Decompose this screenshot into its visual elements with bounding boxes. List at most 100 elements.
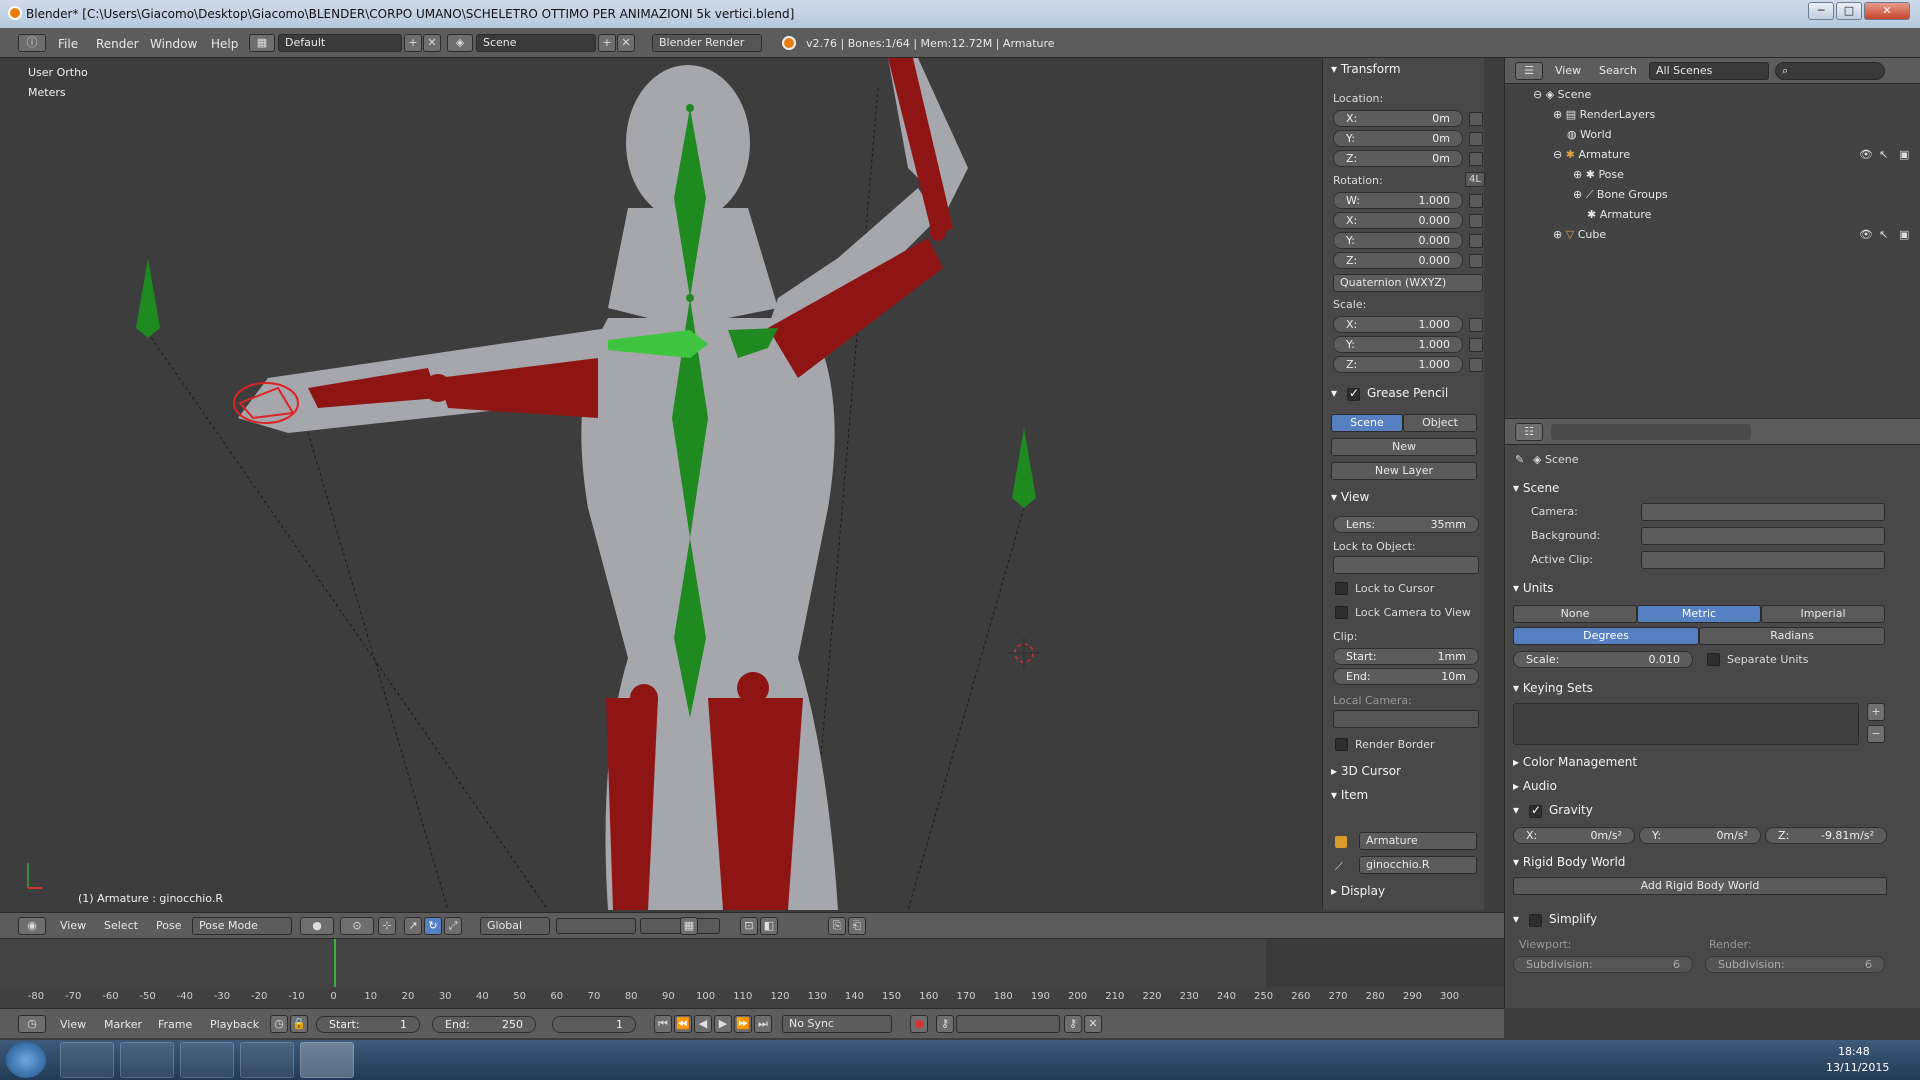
panel-gravity-toggle[interactable]: ▾: [1513, 803, 1519, 817]
visibility-eye-icon[interactable]: 👁: [1859, 148, 1873, 161]
jump-keyframe-forward-icon[interactable]: ⏩: [734, 1015, 752, 1033]
select-cursor-icon[interactable]: ↖: [1879, 148, 1888, 161]
active-clip-field[interactable]: [1641, 551, 1885, 569]
3d-viewport[interactable]: User Ortho Meters (1) Armature : ginocch…: [8, 58, 1320, 910]
gravity-checkbox[interactable]: [1529, 803, 1542, 818]
panel-display-title[interactable]: ▸ Display: [1331, 884, 1385, 898]
rotation-x-field[interactable]: X: 0.000: [1333, 212, 1463, 229]
editor-type-info-icon[interactable]: ⓘ: [18, 34, 46, 52]
play-icon[interactable]: ▶: [714, 1015, 732, 1033]
menu-render[interactable]: Render: [96, 37, 139, 51]
panel-transform-title[interactable]: ▾ Transform: [1331, 62, 1401, 76]
scale-x-field[interactable]: X: 1.000: [1333, 316, 1463, 333]
snap-toggle-icon[interactable]: ⊡: [740, 917, 758, 935]
blender-taskbar-icon[interactable]: [300, 1042, 354, 1078]
current-frame-field[interactable]: 1: [552, 1016, 636, 1033]
lock-scale-z-icon[interactable]: [1469, 358, 1483, 372]
add-rigid-body-world-button[interactable]: Add Rigid Body World: [1513, 877, 1887, 895]
lock-rotation-z-icon[interactable]: [1469, 254, 1483, 268]
select-cursor-icon[interactable]: ↖: [1879, 228, 1888, 241]
properties-context-tabs[interactable]: [1551, 424, 1751, 440]
transform-orientation-select[interactable]: Global: [480, 917, 550, 935]
scene-select[interactable]: Scene: [476, 34, 596, 52]
outliner-menu-search[interactable]: Search: [1599, 64, 1637, 77]
layout-screen-icon[interactable]: ▦: [249, 34, 275, 52]
preview-range-icon[interactable]: ◷: [270, 1015, 288, 1033]
panel-keying-sets-title[interactable]: ▾ Keying Sets: [1513, 681, 1593, 695]
rotation-units-degrees[interactable]: Degrees: [1513, 627, 1699, 645]
outliner-item-armature-data[interactable]: ✱ Armature: [1587, 208, 1651, 221]
gravity-y-field[interactable]: Y: 0m/s²: [1639, 827, 1761, 844]
translate-manipulator-icon[interactable]: ↗: [404, 917, 422, 935]
tl-menu-frame[interactable]: Frame: [158, 1018, 192, 1031]
bone-name-field[interactable]: ginocchio.R: [1359, 856, 1477, 874]
lock-object-field[interactable]: [1333, 556, 1479, 574]
frame-end-field[interactable]: End: 250: [432, 1016, 536, 1033]
outliner-item-bone-groups[interactable]: ⊕ ⟋ Bone Groups: [1573, 188, 1668, 202]
maximize-button[interactable]: □: [1836, 2, 1862, 20]
lock-to-cursor-checkbox[interactable]: [1335, 582, 1348, 595]
grease-pencil-tab-object[interactable]: Object: [1403, 414, 1477, 432]
panel-scene-title[interactable]: ▾ Scene: [1513, 481, 1559, 495]
start-button[interactable]: [6, 1042, 46, 1078]
panel-units-title[interactable]: ▾ Units: [1513, 581, 1554, 595]
outliner-filter-select[interactable]: All Scenes: [1649, 62, 1769, 80]
play-reverse-icon[interactable]: ◀: [694, 1015, 712, 1033]
timeline-area[interactable]: -80 -70 -60 -50 -40 -30 -20 -10 0 10 20 30 40 50 60 70 8…: [0, 938, 1504, 1009]
record-icon[interactable]: ●: [910, 1015, 928, 1033]
simplify-viewport-subdivision[interactable]: Subdivision: 6: [1513, 956, 1693, 973]
manipulator-toggle-icon[interactable]: ⊹: [378, 917, 396, 935]
viewport-shading-icon[interactable]: ●: [300, 917, 334, 935]
gravity-z-field[interactable]: Z: -9.81m/s²: [1765, 827, 1887, 844]
panel-grease-pencil-title[interactable]: ▾: [1331, 386, 1337, 400]
current-frame-marker[interactable]: [334, 939, 336, 987]
outliner-item-armature[interactable]: ⊖ ✱ Armature: [1553, 148, 1630, 161]
location-y-field[interactable]: Y: 0m: [1333, 130, 1463, 147]
editor-type-properties-icon[interactable]: ☷: [1515, 423, 1543, 441]
grease-pencil-checkbox[interactable]: [1347, 386, 1360, 401]
background-field[interactable]: [1641, 527, 1885, 545]
add-layout-icon[interactable]: +: [404, 34, 422, 52]
lock-layers-icon[interactable]: ▦: [680, 917, 698, 935]
chrome-taskbar-icon[interactable]: [60, 1042, 114, 1078]
tl-menu-marker[interactable]: Marker: [104, 1018, 142, 1031]
simplify-render-subdivision[interactable]: Subdivision: 6: [1705, 956, 1885, 973]
jump-start-icon[interactable]: ⏮: [654, 1015, 672, 1033]
editor-type-timeline-icon[interactable]: ◷: [18, 1015, 46, 1033]
rotation-units-radians[interactable]: Radians: [1699, 627, 1885, 645]
render-camera-icon[interactable]: ▣: [1899, 148, 1909, 161]
remove-scene-icon[interactable]: ✕: [617, 34, 635, 52]
panel-item-title[interactable]: ▾ Item: [1331, 788, 1368, 802]
vp-menu-pose[interactable]: Pose: [156, 919, 181, 932]
simplify-checkbox[interactable]: [1529, 914, 1542, 927]
lock-4l-toggle[interactable]: 4L: [1465, 172, 1485, 187]
copy-pose-icon[interactable]: ⎘: [828, 917, 846, 935]
remove-keying-set-icon[interactable]: −: [1867, 725, 1885, 743]
rotate-manipulator-icon[interactable]: ↻: [424, 917, 442, 935]
object-name-field[interactable]: Armature: [1359, 832, 1477, 850]
scene-icon[interactable]: ◈: [447, 34, 473, 52]
rotation-w-field[interactable]: W: 1.000: [1333, 192, 1463, 209]
pivot-point-icon[interactable]: ⊙: [340, 917, 374, 935]
panel-simplify-toggle[interactable]: ▾: [1513, 912, 1519, 926]
unit-system-metric[interactable]: Metric: [1637, 605, 1761, 623]
delete-keyframe-icon[interactable]: ✕: [1084, 1015, 1102, 1033]
layer-buttons[interactable]: [556, 918, 636, 934]
tl-menu-view[interactable]: View: [60, 1018, 86, 1031]
panel-color-management-title[interactable]: ▸ Color Management: [1513, 755, 1637, 769]
render-preview-icon[interactable]: ◧: [760, 917, 778, 935]
add-scene-icon[interactable]: +: [598, 34, 616, 52]
unit-scale-field[interactable]: Scale: 0.010: [1513, 651, 1693, 668]
pin-icon[interactable]: ✎: [1515, 453, 1524, 466]
separate-units-checkbox[interactable]: [1707, 653, 1720, 666]
clip-end-field[interactable]: End: 10m: [1333, 668, 1479, 685]
visibility-eye-icon[interactable]: 👁: [1859, 228, 1873, 241]
location-x-field[interactable]: X: 0m: [1333, 110, 1463, 127]
outliner-search-input[interactable]: ⌕: [1775, 62, 1885, 80]
layout-select[interactable]: Default: [278, 34, 402, 52]
insert-keyframe-icon[interactable]: ⚷: [1064, 1015, 1082, 1033]
rotation-z-field[interactable]: Z: 0.000: [1333, 252, 1463, 269]
close-window-button[interactable]: ✕: [1864, 2, 1910, 20]
frame-start-field[interactable]: Start: 1: [316, 1016, 420, 1033]
clock-time[interactable]: 18:48: [1838, 1045, 1870, 1058]
